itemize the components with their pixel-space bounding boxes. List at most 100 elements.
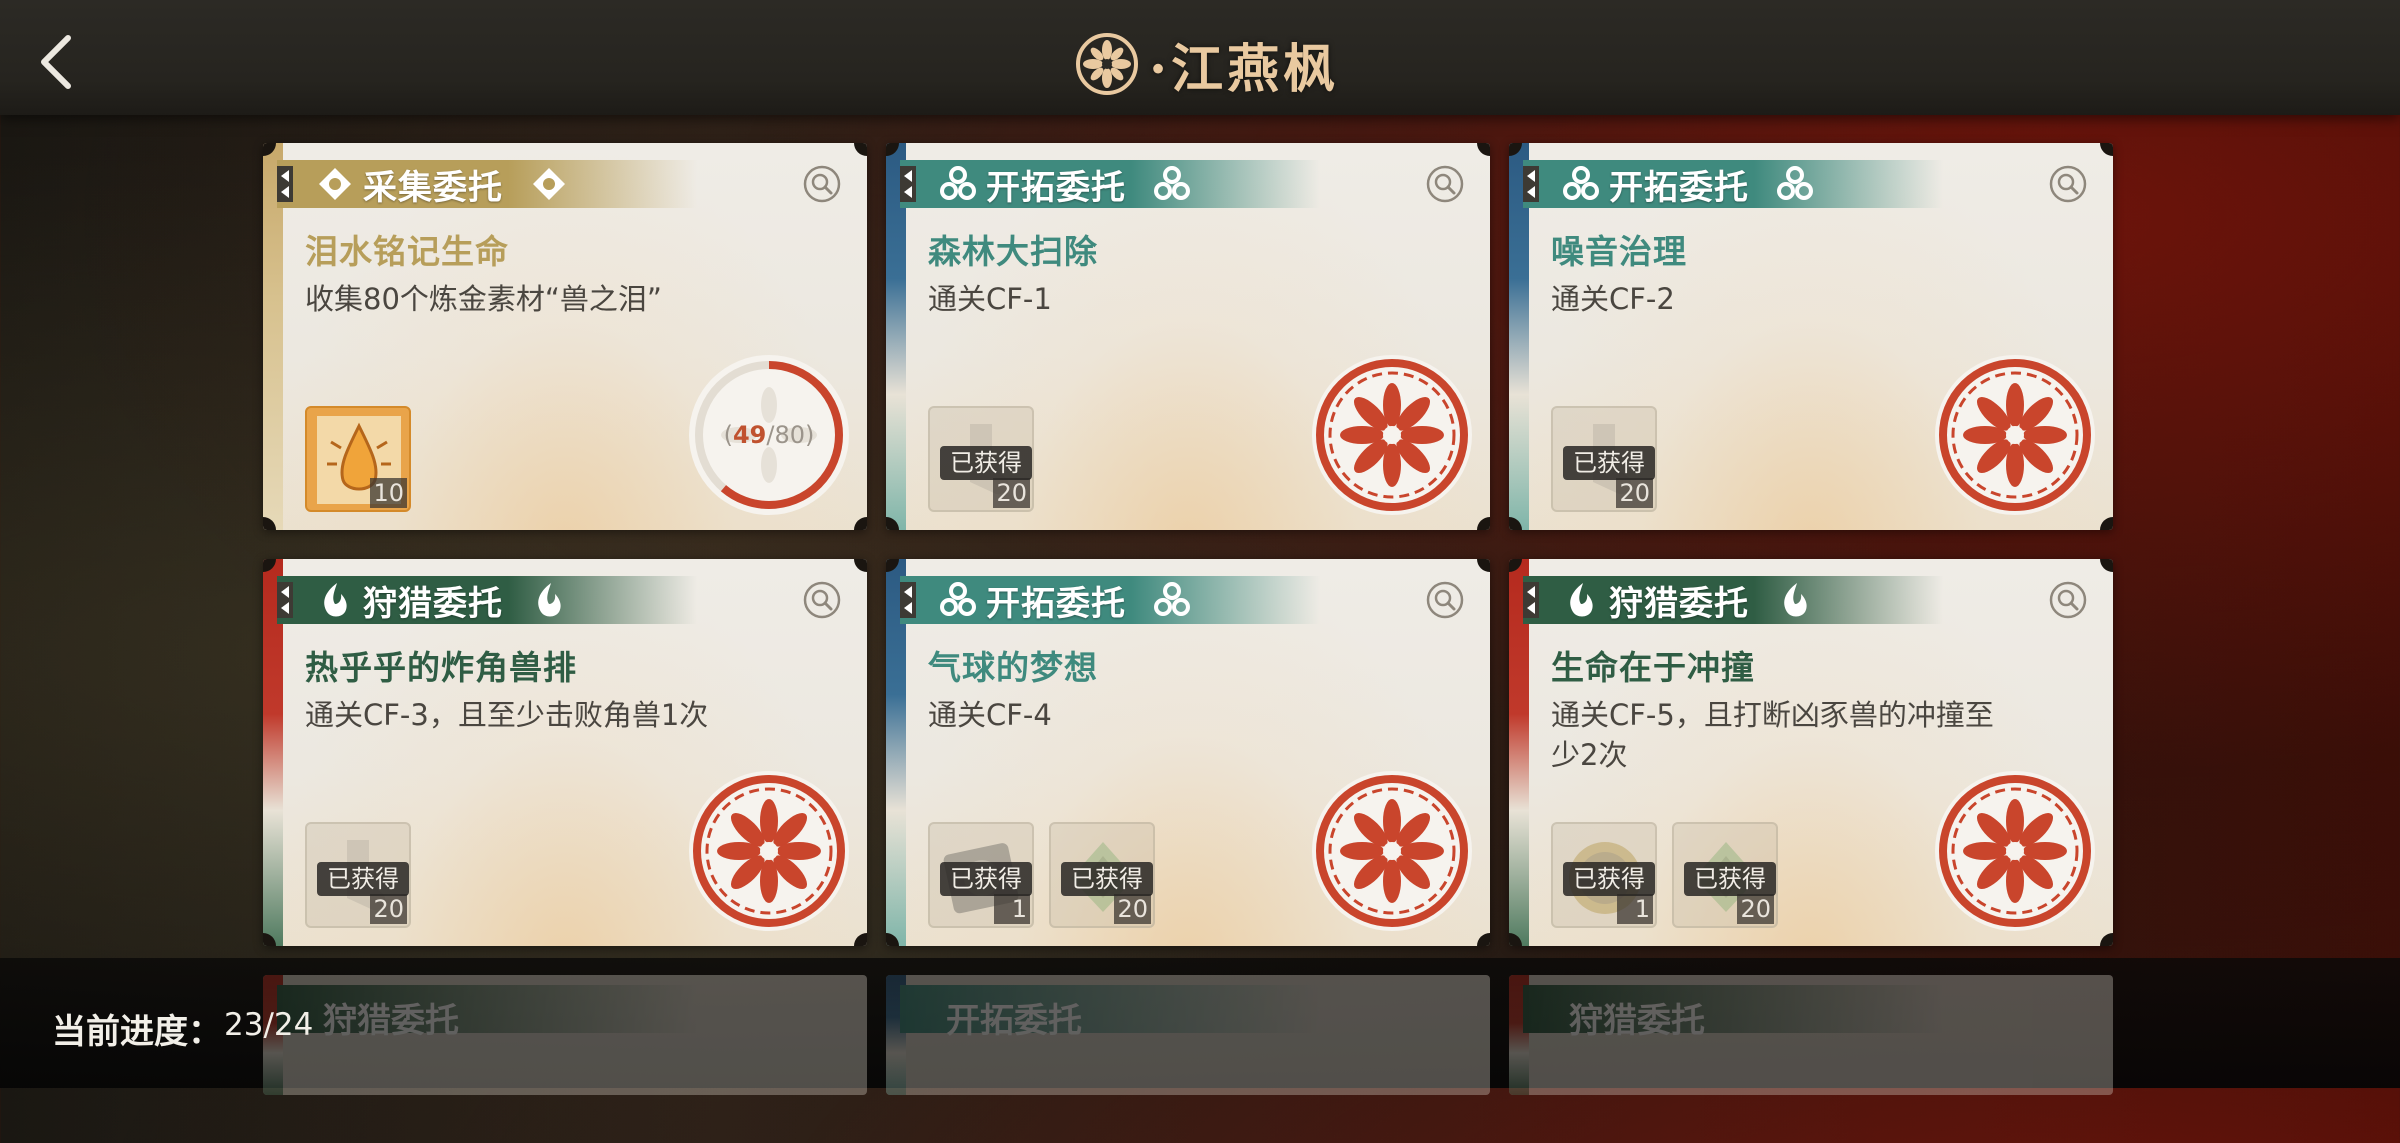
completed-seal-icon — [1935, 771, 2095, 931]
magnifier-icon — [1426, 165, 1464, 203]
quest-type-label: 开拓委托 — [986, 167, 1126, 208]
reward-slot[interactable]: 20 已获得 — [1672, 822, 1778, 928]
completed-seal-icon — [1312, 771, 1472, 931]
next-row-preview: 狩猎委托 开拓委托 狩猎委托 — [263, 975, 2123, 1095]
obtained-badge: 已获得 — [1563, 862, 1655, 896]
back-button[interactable] — [30, 28, 86, 96]
quest-title: 生命在于冲撞 — [1551, 648, 1755, 687]
progress-value: 23/24 — [224, 1007, 314, 1043]
quest-card[interactable]: 开拓委托 噪音治理 通关CF-2 20 已获得 — [1509, 143, 2113, 530]
view-details-button[interactable] — [803, 581, 841, 619]
banner-arrows-icon — [277, 582, 293, 618]
page-title-text: ·江燕枫 — [1149, 38, 1340, 100]
card-notch — [854, 517, 867, 530]
clover-emblem-icon — [940, 582, 976, 616]
completed-seal-icon — [689, 771, 849, 931]
quest-type-banner: 开拓委托 — [1523, 160, 1943, 208]
quest-title: 森林大扫除 — [928, 232, 1098, 271]
completed-seal-icon — [1935, 355, 2095, 515]
quest-type-banner: 开拓委托 — [900, 160, 1320, 208]
view-details-button[interactable] — [1426, 165, 1464, 203]
card-notch — [2100, 933, 2113, 946]
quest-card[interactable]: 狩猎委托 热乎乎的炸角兽排 通关CF-3，且至少击败角兽1次 20 已获得 — [263, 559, 867, 946]
progress-open-paren: ( — [723, 421, 733, 449]
quest-type-label: 开拓委托 — [986, 583, 1126, 624]
quest-card[interactable]: 采集委托泪水铭记生命收集80个炼金素材“兽之泪” 10 (49/80) — [263, 143, 867, 530]
gather-emblem-icon — [533, 168, 565, 200]
banner-arrows-icon — [1523, 582, 1539, 618]
flower-emblem-icon — [1076, 33, 1138, 95]
view-details-button[interactable] — [803, 165, 841, 203]
page-title: ·江燕枫 — [1075, 26, 1339, 102]
quest-type-banner: 狩猎委托 — [1523, 576, 1943, 624]
reward-slot[interactable]: 10 — [305, 406, 411, 512]
quest-description: 收集80个炼金素材“兽之泪” — [305, 282, 662, 316]
clover-emblem-icon — [1563, 166, 1599, 200]
reward-quantity: 20 — [1114, 894, 1151, 924]
obtained-badge: 已获得 — [1061, 862, 1153, 896]
quest-type-banner: 开拓委托 — [900, 576, 1320, 624]
quest-type-label: 狩猎委托 — [1609, 583, 1749, 624]
quest-type-label: 狩猎委托 — [1569, 1001, 1705, 1041]
completion-stamp — [687, 769, 851, 933]
obtained-badge: 已获得 — [317, 862, 409, 896]
banner-arrows-icon — [277, 166, 293, 202]
completion-stamp — [1310, 353, 1474, 517]
obtained-badge: 已获得 — [940, 446, 1032, 480]
reward-quantity: 20 — [370, 894, 407, 924]
reward-slot[interactable]: 1 已获得 — [1551, 822, 1657, 928]
banner-arrows-icon — [900, 166, 916, 202]
view-details-button[interactable] — [2049, 165, 2087, 203]
card-notch — [2100, 517, 2113, 530]
reward-slot[interactable]: 20 已获得 — [305, 822, 411, 928]
magnifier-icon — [2049, 581, 2087, 619]
reward-slot[interactable]: 20 已获得 — [1551, 406, 1657, 512]
view-details-button[interactable] — [2049, 581, 2087, 619]
card-notch — [854, 559, 867, 572]
completion-stamp — [1933, 353, 2097, 517]
quest-card[interactable]: 开拓委托 气球的梦想 通关CF-4 1 已获得 20 已获得 — [886, 559, 1490, 946]
reward-quantity: 20 — [1737, 894, 1774, 924]
top-bar: ·江燕枫 — [0, 0, 2400, 115]
completed-seal-icon — [1312, 355, 1472, 515]
card-notch — [2100, 143, 2113, 156]
quest-type-label: 采集委托 — [363, 167, 503, 208]
clover-emblem-icon — [940, 166, 976, 200]
quest-title: 气球的梦想 — [928, 648, 1098, 687]
completion-stamp — [1933, 769, 2097, 933]
reward-slot[interactable]: 20 已获得 — [928, 406, 1034, 512]
quest-title: 热乎乎的炸角兽排 — [305, 648, 577, 687]
quest-title: 泪水铭记生命 — [305, 232, 509, 271]
reward-quantity: 20 — [1616, 478, 1653, 508]
reward-slot[interactable]: 1 已获得 — [928, 822, 1034, 928]
card-notch — [1477, 559, 1490, 572]
clover-emblem-icon — [1154, 166, 1190, 200]
reward-quantity: 1 — [994, 894, 1030, 924]
quest-card[interactable]: 狩猎委托 生命在于冲撞 通关CF-5，且打断凶豕兽的冲撞至少2次 1 已获得 20 已获得 — [1509, 559, 2113, 946]
quest-type-banner: 采集委托 — [277, 160, 697, 208]
quest-card[interactable]: 开拓委托 森林大扫除 通关CF-1 20 已获得 — [886, 143, 1490, 530]
progress-count: (49/80) — [687, 353, 851, 517]
quest-type-label: 开拓委托 — [946, 1001, 1082, 1041]
quest-description: 通关CF-3，且至少击败角兽1次 — [305, 698, 709, 732]
magnifier-icon — [1426, 581, 1464, 619]
card-notch — [1477, 143, 1490, 156]
flame-emblem-icon — [324, 583, 347, 617]
flame-emblem-icon — [1784, 583, 1807, 617]
banner-arrows-icon — [1523, 166, 1539, 202]
reward-slot[interactable]: 20 已获得 — [1049, 822, 1155, 928]
chevron-left-icon — [41, 35, 71, 89]
magnifier-icon — [803, 581, 841, 619]
flame-emblem-icon — [538, 583, 561, 617]
quest-type-label: 开拓委托 — [1609, 167, 1749, 208]
flame-emblem-icon — [1570, 583, 1593, 617]
view-details-button[interactable] — [1426, 581, 1464, 619]
progress-total: /80 — [766, 421, 806, 449]
clover-emblem-icon — [1777, 166, 1813, 200]
card-notch — [1477, 517, 1490, 530]
quest-card-preview: 狩猎委托 — [263, 975, 867, 1095]
gather-emblem-icon — [319, 168, 351, 200]
clover-emblem-icon — [1154, 582, 1190, 616]
reward-quantity: 1 — [1617, 894, 1653, 924]
progress-label: 当前进度： — [52, 1012, 222, 1052]
